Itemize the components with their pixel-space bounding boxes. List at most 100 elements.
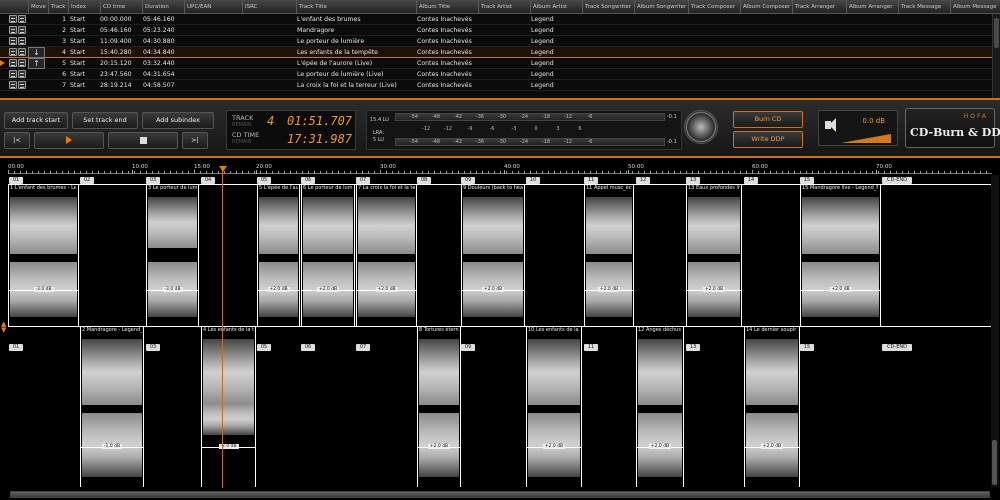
audio-clip[interactable]: 3 Le porteur de lumiè... -3.0 dB: [146, 185, 199, 326]
lock-icon[interactable]: [18, 15, 26, 23]
audio-clip[interactable]: 12 Anges déchus liv... +2.0 dB: [636, 327, 684, 487]
add-subindex-button[interactable]: Add subindex: [142, 112, 214, 129]
table-row[interactable]: 6 Start 23:47.560 04:31.654 Le porteur de lu…: [0, 69, 1000, 80]
track-marker[interactable]: 07: [356, 177, 370, 184]
track-marker[interactable]: 04: [201, 177, 215, 184]
track-marker[interactable]: 05: [257, 177, 271, 184]
burn-cd-button[interactable]: Burn CD: [733, 111, 803, 128]
next-track-button[interactable]: >|: [182, 132, 208, 149]
track-marker[interactable]: 01: [9, 344, 23, 351]
edit-icon[interactable]: [9, 37, 17, 45]
table-scroll-thumb[interactable]: [994, 18, 999, 48]
table-row[interactable]: 7 Start 28:19.214 04:58.507 La croix la foi …: [0, 80, 1000, 91]
column-header[interactable]: Album Composer: [740, 0, 792, 14]
column-header[interactable]: Track Artist: [478, 0, 530, 14]
audio-clip[interactable]: 7 La croix la foi et la ter... +2.0 dB: [356, 185, 417, 326]
track-marker[interactable]: 06: [301, 344, 315, 351]
lock-icon[interactable]: [18, 48, 26, 56]
lane-resize-icon[interactable]: ▲ ▼: [1, 321, 6, 334]
track-marker[interactable]: 09: [461, 177, 475, 184]
column-header[interactable]: Album Songwriter: [634, 0, 688, 14]
track-marker[interactable]: 15: [800, 177, 814, 184]
set-track-end-button[interactable]: Set track end: [72, 112, 138, 129]
audio-clip[interactable]: 13 Eaux profondes live... +2.0 dB: [686, 185, 742, 326]
audio-clip[interactable]: 8 Tortures éterne... +2.0 dB: [417, 327, 461, 487]
audio-clip[interactable]: 14 Le dernier soupir ... +2.0 dB: [744, 327, 800, 487]
column-header[interactable]: Album Title: [416, 0, 478, 14]
column-header[interactable]: Track Message: [898, 0, 950, 14]
track-marker[interactable]: 14: [744, 177, 758, 184]
table-row[interactable]: ↓ 4 Start 15:40.280 04:34.840 Les enfants de …: [0, 47, 1000, 58]
track-marker[interactable]: 03: [146, 344, 160, 351]
audio-clip[interactable]: 5 L'épée de l'au... +2.0 dB: [257, 185, 300, 326]
add-track-start-button[interactable]: Add track start: [4, 112, 68, 129]
track-marker[interactable]: 15: [800, 344, 814, 351]
playhead[interactable]: [222, 170, 223, 488]
track-marker[interactable]: 13: [686, 344, 700, 351]
column-header[interactable]: ISRC: [242, 0, 296, 14]
track-marker[interactable]: 13: [686, 177, 700, 184]
move-down-icon[interactable]: ↓: [28, 47, 45, 58]
audio-clip[interactable]: 4 Les enfants de la te...-2.0 dB: [201, 327, 256, 487]
table-scrollbar[interactable]: [992, 14, 1000, 98]
column-header[interactable]: Album Artist: [530, 0, 582, 14]
track-marker[interactable]: 03: [146, 177, 160, 184]
column-header[interactable]: Index: [68, 0, 100, 14]
lock-icon[interactable]: [18, 81, 26, 89]
track-marker[interactable]: CD-END: [882, 177, 912, 184]
track-marker[interactable]: 10: [526, 177, 540, 184]
table-row[interactable]: 1 Start 00:00.000 05:46.160 L'enfant des bru…: [0, 14, 1000, 25]
track-marker[interactable]: 11: [584, 177, 598, 184]
move-up-icon[interactable]: ↑: [28, 58, 45, 69]
column-header[interactable]: Track Songwriter: [582, 0, 634, 14]
edit-icon[interactable]: [9, 81, 17, 89]
track-marker[interactable]: 05: [257, 344, 271, 351]
table-row[interactable]: ↑ 5 Start 20:15.120 03:32.440 L'épée de l'aur…: [0, 58, 1000, 69]
write-ddp-button[interactable]: Write DDP: [733, 131, 803, 148]
column-header[interactable]: Album Message: [950, 0, 1000, 14]
audio-clip[interactable]: 9 Douleurs (back to heav... +2.0 dB: [461, 185, 525, 326]
volume-control[interactable]: 0.0 dB: [818, 110, 898, 146]
track-marker[interactable]: 02: [80, 177, 94, 184]
lock-icon[interactable]: [18, 26, 26, 34]
play-button[interactable]: [34, 132, 104, 149]
column-header[interactable]: Track Title: [296, 0, 416, 14]
column-header[interactable]: UPC/EAN: [184, 0, 242, 14]
table-row[interactable]: 2 Start 05:46.160 05:23.240 Mandragore Contes…: [0, 25, 1000, 36]
hscroll-thumb[interactable]: [11, 492, 989, 497]
track-marker[interactable]: 12: [636, 177, 650, 184]
audio-clip[interactable]: 6 Le porteur de lumiè... +2.0 dB: [301, 185, 355, 326]
column-header[interactable]: Duration: [142, 0, 184, 14]
volume-ramp[interactable]: [841, 134, 891, 143]
playhead-marker-icon[interactable]: [219, 166, 227, 172]
column-header[interactable]: Album Arranger: [846, 0, 898, 14]
edit-icon[interactable]: [9, 48, 17, 56]
vscroll-thumb[interactable]: [992, 440, 997, 485]
audio-clip[interactable]: 10 Les enfants de la te... +2.0 dB: [526, 327, 582, 487]
track-marker[interactable]: CD-END: [882, 344, 912, 351]
column-header[interactable]: Move: [28, 0, 48, 14]
lock-icon[interactable]: [18, 59, 26, 67]
lock-icon[interactable]: [18, 37, 26, 45]
track-marker[interactable]: 08: [417, 177, 431, 184]
previous-track-button[interactable]: |<: [4, 132, 30, 149]
edit-icon[interactable]: [9, 59, 17, 67]
audio-clip[interactable]: 2 Mandragore - Legend_R... -1.0 dB: [80, 327, 144, 487]
track-marker[interactable]: 09: [461, 344, 475, 351]
lock-icon[interactable]: [18, 70, 26, 78]
table-row[interactable]: 3 Start 11:09.400 04:30.880 Le porteur de lu…: [0, 36, 1000, 47]
edit-icon[interactable]: [9, 26, 17, 34]
column-header[interactable]: CD time: [100, 0, 142, 14]
audio-clip[interactable]: 1 L'enfant des brumes - Legend_... -3.0 d…: [8, 185, 79, 326]
audio-clip[interactable]: 15 Mandragore live - Legend_MOF... +2.0 d…: [800, 185, 881, 326]
timeline-hscrollbar[interactable]: [10, 491, 990, 498]
column-header[interactable]: Track: [48, 0, 68, 14]
column-header[interactable]: Track Composer: [688, 0, 740, 14]
column-header[interactable]: Track Arranger: [792, 0, 846, 14]
track-marker[interactable]: 06: [301, 177, 315, 184]
audio-clip[interactable]: 11 Appel musc_écli... +2.0 dB: [584, 185, 634, 326]
timeline-vscrollbar[interactable]: [991, 175, 999, 487]
edit-icon[interactable]: [9, 70, 17, 78]
track-marker[interactable]: 01: [9, 177, 23, 184]
track-marker[interactable]: 11: [584, 344, 598, 351]
